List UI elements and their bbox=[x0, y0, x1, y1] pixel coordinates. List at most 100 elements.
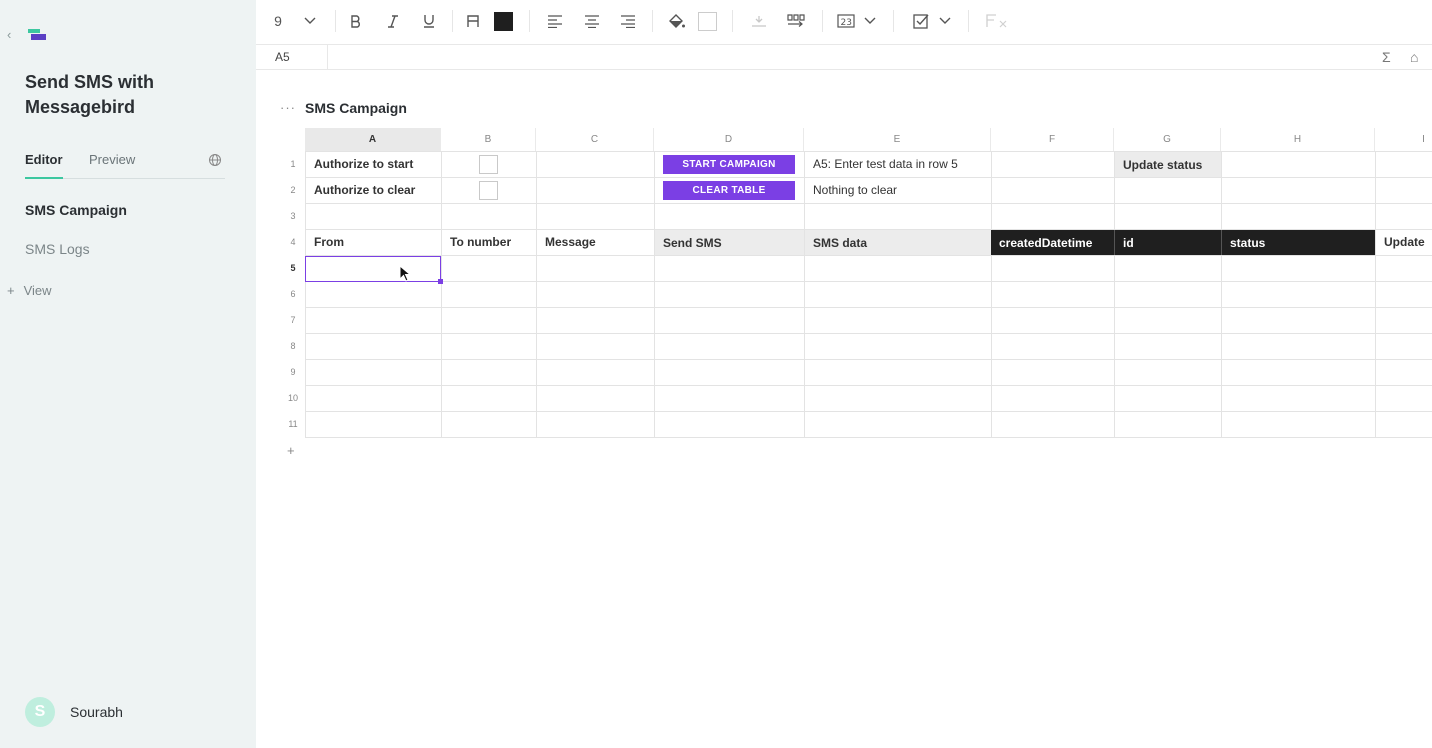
user-name: Sourabh bbox=[70, 704, 123, 720]
cell-e2[interactable]: Nothing to clear bbox=[805, 177, 991, 203]
row-number[interactable]: 1 bbox=[281, 151, 305, 177]
cell-a2[interactable]: Authorize to clear bbox=[306, 177, 441, 203]
toolbar: 9 23 bbox=[256, 0, 1432, 44]
fill-handle[interactable] bbox=[438, 279, 443, 284]
header-message[interactable]: Message bbox=[537, 229, 654, 255]
sum-icon[interactable]: Σ bbox=[1382, 49, 1391, 65]
underline-icon[interactable] bbox=[421, 11, 437, 31]
bold-icon[interactable] bbox=[348, 11, 364, 31]
checkbox-format-icon[interactable] bbox=[911, 11, 931, 31]
wrap-text-icon[interactable] bbox=[786, 11, 806, 31]
add-view-label: View bbox=[23, 283, 52, 298]
formula-bar: A5 Σ ⌂ bbox=[256, 44, 1432, 70]
grid-line bbox=[305, 437, 1432, 438]
row-number[interactable]: 4 bbox=[281, 229, 305, 255]
row-number[interactable]: 10 bbox=[281, 385, 305, 411]
italic-icon[interactable] bbox=[385, 11, 401, 31]
row-number[interactable]: 8 bbox=[281, 333, 305, 359]
align-right-icon[interactable] bbox=[619, 11, 637, 31]
authorize-start-checkbox[interactable] bbox=[479, 155, 498, 174]
row-number[interactable]: 3 bbox=[281, 203, 305, 229]
row-number[interactable]: 9 bbox=[281, 359, 305, 385]
row-number[interactable]: 5 bbox=[281, 255, 305, 281]
avatar: S bbox=[25, 697, 55, 727]
pin-icon[interactable]: ⌂ bbox=[1410, 49, 1418, 65]
grid-line bbox=[305, 203, 1432, 204]
fill-color-swatch[interactable] bbox=[493, 11, 513, 31]
header-from[interactable]: From bbox=[306, 229, 441, 255]
add-view-button[interactable]: + View bbox=[7, 283, 52, 298]
authorize-clear-checkbox[interactable] bbox=[479, 181, 498, 200]
app-logo-icon[interactable] bbox=[28, 29, 46, 42]
grid-line bbox=[1221, 151, 1222, 438]
tab-preview[interactable]: Preview bbox=[89, 152, 135, 167]
column-header-g[interactable]: G bbox=[1114, 128, 1221, 151]
row-number[interactable]: 7 bbox=[281, 307, 305, 333]
cell-e1[interactable]: A5: Enter test data in row 5 bbox=[805, 151, 991, 177]
svg-text:23: 23 bbox=[841, 18, 852, 28]
sidebar-item-sms-logs[interactable]: SMS Logs bbox=[25, 241, 90, 257]
column-header-h[interactable]: H bbox=[1221, 128, 1375, 151]
clear-table-button[interactable]: CLEAR TABLE bbox=[663, 181, 795, 200]
chevron-down-icon[interactable] bbox=[302, 11, 318, 31]
grid-line bbox=[305, 385, 1432, 386]
align-left-icon[interactable] bbox=[546, 11, 564, 31]
header-sms-data[interactable]: SMS data bbox=[805, 230, 991, 255]
sidebar: ‹ Send SMS with Messagebird Editor Previ… bbox=[0, 0, 256, 748]
grid-line bbox=[441, 151, 442, 438]
fill-color-icon[interactable] bbox=[666, 11, 686, 31]
text-color-icon[interactable] bbox=[465, 11, 481, 31]
column-header-e[interactable]: E bbox=[804, 128, 991, 151]
cell-fill-swatch[interactable] bbox=[697, 11, 717, 31]
row-number[interactable]: 11 bbox=[281, 411, 305, 437]
header-created-datetime[interactable]: createdDatetime bbox=[991, 230, 1114, 255]
chevron-down-icon[interactable] bbox=[862, 11, 878, 31]
add-row-button[interactable]: + bbox=[287, 443, 295, 458]
column-header-d[interactable]: D bbox=[654, 128, 804, 151]
grid-line bbox=[991, 151, 992, 438]
row-number[interactable]: 2 bbox=[281, 177, 305, 203]
font-size-value[interactable]: 9 bbox=[272, 11, 284, 31]
number-format-icon[interactable]: 23 bbox=[836, 11, 856, 31]
selected-cell-a5[interactable] bbox=[305, 256, 441, 282]
column-header-f[interactable]: F bbox=[991, 128, 1114, 151]
chevron-down-icon[interactable] bbox=[937, 11, 953, 31]
sheet-title: SMS Campaign bbox=[305, 100, 407, 116]
back-chevron-icon[interactable]: ‹ bbox=[7, 27, 11, 42]
update-status-cell[interactable]: Update status bbox=[1115, 152, 1221, 177]
grid-line bbox=[305, 281, 1432, 282]
app-title: Send SMS with Messagebird bbox=[25, 72, 155, 117]
grid-line bbox=[536, 151, 537, 438]
grid-line bbox=[654, 151, 655, 438]
clear-format-icon bbox=[986, 11, 1008, 31]
column-header-b[interactable]: B bbox=[441, 128, 536, 151]
grid-line bbox=[1114, 151, 1115, 438]
plus-icon: + bbox=[7, 283, 15, 298]
column-width-icon bbox=[749, 11, 769, 31]
start-campaign-button[interactable]: START CAMPAIGN bbox=[663, 155, 795, 174]
sheet-menu-icon[interactable]: ··· bbox=[280, 100, 296, 115]
cell-reference[interactable]: A5 bbox=[256, 45, 328, 69]
mouse-cursor-icon bbox=[399, 265, 411, 282]
grid-line bbox=[305, 255, 1432, 256]
column-header-c[interactable]: C bbox=[536, 128, 654, 151]
header-to-number[interactable]: To number bbox=[442, 229, 536, 255]
column-header-a[interactable]: A bbox=[305, 128, 441, 151]
grid-line bbox=[305, 359, 1432, 360]
header-update[interactable]: Update bbox=[1376, 229, 1432, 255]
globe-icon[interactable] bbox=[208, 153, 222, 167]
column-header-i[interactable]: I bbox=[1375, 128, 1432, 151]
header-send-sms[interactable]: Send SMS bbox=[655, 230, 804, 255]
align-center-icon[interactable] bbox=[583, 11, 601, 31]
sidebar-tabs: Editor Preview bbox=[25, 150, 225, 179]
row-number[interactable]: 6 bbox=[281, 281, 305, 307]
header-status[interactable]: status bbox=[1221, 230, 1375, 255]
grid-line bbox=[1375, 151, 1376, 438]
grid-line bbox=[305, 411, 1432, 412]
grid-line bbox=[305, 333, 1432, 334]
cell-a1[interactable]: Authorize to start bbox=[306, 151, 441, 177]
tab-editor[interactable]: Editor bbox=[25, 152, 63, 179]
grid-line bbox=[305, 307, 1432, 308]
header-id[interactable]: id bbox=[1114, 230, 1221, 255]
sidebar-item-sms-campaign[interactable]: SMS Campaign bbox=[25, 202, 127, 218]
